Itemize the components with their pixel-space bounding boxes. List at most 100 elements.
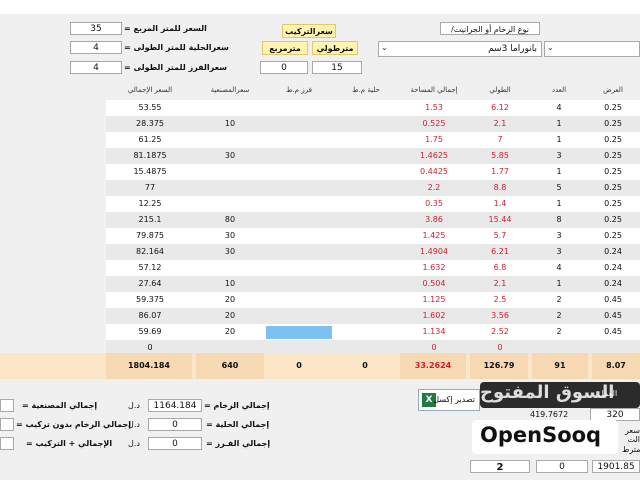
cell-count[interactable]: 3	[532, 244, 586, 260]
cell-total[interactable]: 53.55	[106, 100, 194, 116]
cell-area[interactable]: 1.602	[400, 308, 468, 324]
cell-count[interactable]: 4	[532, 260, 586, 276]
cell-area[interactable]: 1.75	[400, 132, 468, 148]
table-row[interactable]: 0.45 2 3.56 1.602 20 86.07	[106, 308, 640, 324]
cell-length[interactable]: 1.77	[468, 164, 532, 180]
cell-width[interactable]: 0.25	[586, 196, 640, 212]
cell-length[interactable]: 2.1	[468, 116, 532, 132]
cell-labor[interactable]	[194, 164, 266, 180]
cell-labor[interactable]: 10	[194, 116, 266, 132]
cell-width[interactable]: 0.25	[586, 100, 640, 116]
cell-width[interactable]: 0.25	[586, 132, 640, 148]
tile-type-dropdown[interactable]: ⌄ بانوراما 3سم	[378, 41, 542, 57]
cell-count[interactable]: 1	[532, 196, 586, 212]
cell-total[interactable]: 57.12	[106, 260, 194, 276]
table-row[interactable]: 0.25 5 8.8 2.2 77	[106, 180, 640, 196]
cell-total[interactable]: 27.64	[106, 276, 194, 292]
cell-area[interactable]: 0.35	[400, 196, 468, 212]
cell-area[interactable]: 1.4625	[400, 148, 468, 164]
table-row[interactable]: 0.24 1 2.1 0.504 10 27.64	[106, 276, 640, 292]
cell-total[interactable]: 15.4875	[106, 164, 194, 180]
table-row[interactable]: 0.24 3 6.21 1.4904 30 82.164	[106, 244, 640, 260]
groove-price-input[interactable]: 4	[70, 61, 122, 74]
cell-labor[interactable]: 80	[194, 212, 266, 228]
cell-labor[interactable]	[194, 260, 266, 276]
cell-width[interactable]: 0.24	[586, 244, 640, 260]
cell-length[interactable]: 2.52	[468, 324, 532, 340]
cell-count[interactable]: 1	[532, 132, 586, 148]
cell-length[interactable]: 1.4	[468, 196, 532, 212]
cell-labor[interactable]: 30	[194, 244, 266, 260]
cell-width[interactable]: 0.45	[586, 292, 640, 308]
cell-area[interactable]: 3.86	[400, 212, 468, 228]
cell-length[interactable]: 6.21	[468, 244, 532, 260]
cell-count[interactable]: 2	[532, 308, 586, 324]
cell-labor[interactable]: 20	[194, 324, 266, 340]
cell-count[interactable]: 3	[532, 228, 586, 244]
table-row[interactable]: 0.24 4 6.8 1.632 57.12	[106, 260, 640, 276]
cell-total[interactable]: 28.375	[106, 116, 194, 132]
cell-width[interactable]: 0.25	[586, 180, 640, 196]
cell-total[interactable]: 86.07	[106, 308, 194, 324]
cell-length[interactable]: 8.8	[468, 180, 532, 196]
cell-count[interactable]: 4	[532, 100, 586, 116]
second-dropdown[interactable]: ⌄	[544, 41, 640, 57]
cell-length[interactable]: 2.1	[468, 276, 532, 292]
cell-labor[interactable]	[194, 100, 266, 116]
export-excel-button[interactable]: X تصدير إكسل	[418, 389, 480, 411]
table-row[interactable]: 0.25 4 6.12 1.53 53.55	[106, 100, 640, 116]
cell-total[interactable]: 61.25	[106, 132, 194, 148]
cell-length[interactable]: 2.5	[468, 292, 532, 308]
cell-width[interactable]: 0.25	[586, 116, 640, 132]
cell-area[interactable]: 0.504	[400, 276, 468, 292]
cell-count[interactable]: 8	[532, 212, 586, 228]
cell-total[interactable]: 59.375	[106, 292, 194, 308]
selected-cell[interactable]	[266, 326, 332, 339]
cell-total[interactable]: 81.1875	[106, 148, 194, 164]
cell-count[interactable]: 3	[532, 148, 586, 164]
cell-width[interactable]: 0.24	[586, 276, 640, 292]
cell-area[interactable]: 1.4904	[400, 244, 468, 260]
cell-width[interactable]: 0.24	[586, 260, 640, 276]
cell-labor[interactable]	[194, 180, 266, 196]
cell-total[interactable]: 59.69	[106, 324, 194, 340]
table-row[interactable]: 0.25 1 7 1.75 61.25	[106, 132, 640, 148]
cell-width[interactable]: 0.45	[586, 308, 640, 324]
table-row[interactable]: 0.25 1 1.4 0.35 12.25	[106, 196, 640, 212]
table-row[interactable]: 0.25 1 1.77 0.4425 15.4875	[106, 164, 640, 180]
cell-area[interactable]: 1.425	[400, 228, 468, 244]
cell-length[interactable]: 6.8	[468, 260, 532, 276]
cell-labor[interactable]: 20	[194, 292, 266, 308]
install-per-m-input[interactable]: 15	[312, 61, 362, 74]
cell-count[interactable]: 1	[532, 276, 586, 292]
tile-price-m2-input[interactable]: 35	[70, 22, 122, 35]
cell-count[interactable]: 2	[532, 292, 586, 308]
cell-total[interactable]: 77	[106, 180, 194, 196]
cell-labor[interactable]	[194, 132, 266, 148]
cell-length[interactable]: 6.12	[468, 100, 532, 116]
cell-width[interactable]: 0.25	[586, 212, 640, 228]
cell-count[interactable]: 1	[532, 116, 586, 132]
cell-total[interactable]: 79.875	[106, 228, 194, 244]
cell-length[interactable]: 3.56	[468, 308, 532, 324]
cell-total[interactable]: 12.25	[106, 196, 194, 212]
cell-length[interactable]: 5.7	[468, 228, 532, 244]
bottom-field-b[interactable]: 0	[536, 460, 588, 473]
cell-width[interactable]: 0.25	[586, 228, 640, 244]
cell-total[interactable]: 82.164	[106, 244, 194, 260]
cell-width[interactable]: 0.25	[586, 164, 640, 180]
cell-labor[interactable]: 10	[194, 276, 266, 292]
cell-labor[interactable]	[194, 196, 266, 212]
cell-labor[interactable]: 20	[194, 308, 266, 324]
cell-count[interactable]: 5	[532, 180, 586, 196]
cell-area[interactable]: 0.4425	[400, 164, 468, 180]
cell-count[interactable]: 1	[532, 164, 586, 180]
cell-length[interactable]: 15.44	[468, 212, 532, 228]
cell-labor[interactable]: 30	[194, 228, 266, 244]
table-row[interactable]: 0.25 8 15.44 3.86 80 215.1	[106, 212, 640, 228]
table-row[interactable]: 0.45 2 2.5 1.125 20 59.375	[106, 292, 640, 308]
cell-area[interactable]: 2.2	[400, 180, 468, 196]
cell-width[interactable]: 0.25	[586, 148, 640, 164]
table-row[interactable]: 0.25 3 5.7 1.425 30 79.875	[106, 228, 640, 244]
table-row[interactable]: 0.25 1 2.1 0.525 10 28.375	[106, 116, 640, 132]
